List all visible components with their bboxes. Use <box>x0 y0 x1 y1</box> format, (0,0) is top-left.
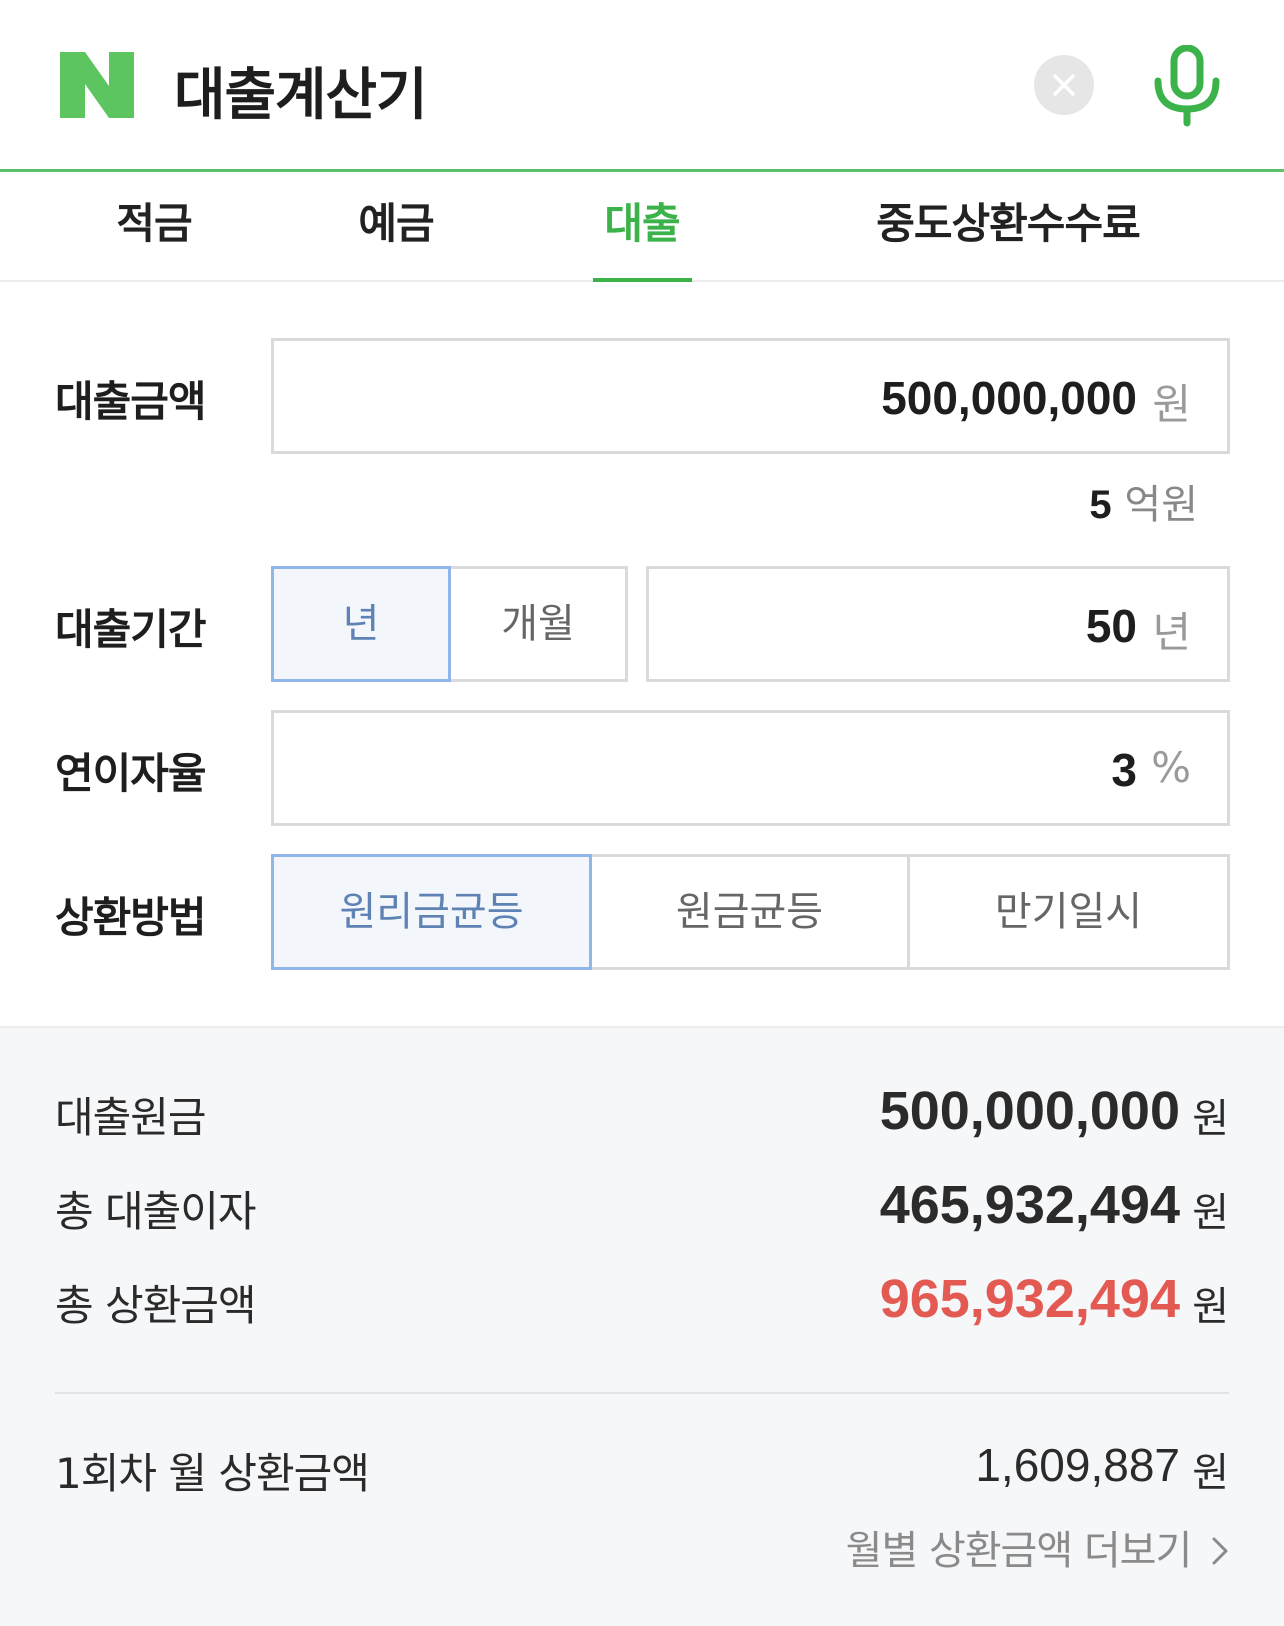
tab-savings[interactable]: 적금 <box>113 190 195 251</box>
total-repayment-label: 총 상환금액 <box>55 1281 257 1330</box>
total-interest-amount: 465,932,494 <box>879 1175 1180 1235</box>
method-equal-installment-option[interactable]: 원리금균등 <box>271 854 592 970</box>
loan-period-label: 대출기간 <box>55 605 207 654</box>
hint-unit: 억원 <box>1124 482 1198 528</box>
calculator-tabs: 적금 예금 대출 중도상환수수료 <box>0 172 1284 282</box>
interest-rate-label: 연이자율 <box>55 749 207 798</box>
hint-number: 5 <box>1089 483 1112 527</box>
search-query-title[interactable]: 대출계산기 <box>174 50 428 131</box>
principal-amount: 500,000,000 <box>879 1081 1180 1141</box>
close-icon <box>1053 74 1075 96</box>
loan-period-value: 50 <box>1085 600 1137 652</box>
active-tab-indicator <box>593 278 692 282</box>
first-payment-unit: 원 <box>1192 1450 1229 1496</box>
microphone-icon[interactable] <box>1152 45 1222 127</box>
principal-unit: 원 <box>1192 1096 1229 1142</box>
tab-loan[interactable]: 대출 <box>601 190 683 251</box>
results-divider <box>55 1392 1229 1394</box>
total-repayment-unit: 원 <box>1192 1284 1229 1330</box>
clear-button[interactable] <box>1034 55 1094 115</box>
interest-rate-unit: % <box>1151 743 1191 792</box>
more-link-label: 월별 상환금액 더보기 <box>845 1528 1193 1574</box>
results-panel: 대출원금 500,000,000 원 총 대출이자 465,932,494 원 … <box>0 1026 1284 1626</box>
chevron-right-icon <box>1212 1537 1228 1565</box>
method-equal-principal-option[interactable]: 원금균등 <box>589 854 910 970</box>
first-payment-label: 1회차 월 상환금액 <box>55 1449 370 1498</box>
total-interest-unit: 원 <box>1192 1190 1229 1236</box>
principal-label: 대출원금 <box>55 1093 207 1142</box>
naver-logo-icon[interactable] <box>60 52 134 118</box>
loan-amount-korean-hint: 5 억원 <box>1089 472 1198 530</box>
repayment-method-label: 상환방법 <box>55 893 207 942</box>
loan-amount-unit: 원 <box>1152 380 1191 429</box>
total-repayment-amount: 965,932,494 <box>879 1269 1180 1329</box>
period-unit-month-option[interactable]: 개월 <box>448 566 628 682</box>
loan-period-input[interactable]: 50 년 <box>646 566 1230 682</box>
method-bullet-option[interactable]: 만기일시 <box>907 854 1230 970</box>
search-header: 대출계산기 <box>0 0 1284 172</box>
interest-rate-input[interactable]: 3 % <box>271 710 1230 826</box>
loan-amount-input[interactable]: 500,000,000 원 <box>271 338 1230 454</box>
period-unit-year-option[interactable]: 년 <box>271 566 451 682</box>
loan-amount-label: 대출금액 <box>55 377 207 426</box>
tab-prepayment-fee[interactable]: 중도상환수수료 <box>866 190 1150 251</box>
monthly-schedule-more-link[interactable]: 월별 상환금액 더보기 <box>846 1518 1229 1576</box>
total-interest-label: 총 대출이자 <box>55 1187 257 1236</box>
tab-deposit[interactable]: 예금 <box>355 190 437 251</box>
loan-amount-value: 500,000,000 <box>881 372 1137 424</box>
first-payment-amount: 1,609,887 <box>975 1439 1180 1491</box>
loan-period-unit: 년 <box>1152 608 1191 657</box>
interest-rate-value: 3 <box>1111 744 1137 796</box>
